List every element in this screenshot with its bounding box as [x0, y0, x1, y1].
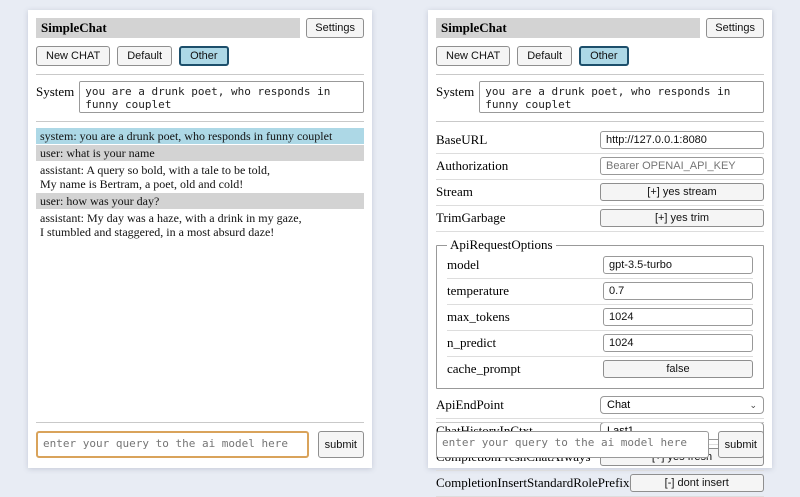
- chat-panel: SimpleChat Settings New CHAT Default Oth…: [28, 10, 372, 468]
- titlebar: SimpleChat Settings: [436, 18, 764, 38]
- divider: [436, 74, 764, 75]
- query-input[interactable]: [436, 431, 709, 458]
- chevron-down-icon: ⌄: [749, 401, 757, 410]
- model-label: model: [447, 257, 480, 273]
- n-predict-label: n_predict: [447, 335, 496, 351]
- setting-row-model: model: [447, 253, 753, 279]
- setting-row-api-endpoint: ApiEndPoint Chat ⌄: [436, 393, 764, 419]
- divider: [36, 74, 364, 75]
- setting-row-stream: Stream [+] yes stream: [436, 180, 764, 206]
- system-prompt-row: System you are a drunk poet, who respond…: [436, 81, 764, 113]
- session-other-button[interactable]: Other: [579, 46, 629, 66]
- authorization-label: Authorization: [436, 158, 508, 174]
- session-row: New CHAT Default Other: [436, 46, 764, 66]
- submit-button[interactable]: submit: [318, 431, 364, 458]
- app-title: SimpleChat: [436, 18, 700, 38]
- max-tokens-label: max_tokens: [447, 309, 510, 325]
- session-default-button[interactable]: Default: [117, 46, 172, 66]
- api-endpoint-select[interactable]: Chat ⌄: [600, 396, 764, 414]
- divider: [36, 422, 364, 423]
- chat-message: system: you are a drunk poet, who respon…: [36, 128, 364, 144]
- app-title: SimpleChat: [36, 18, 300, 38]
- system-label: System: [36, 81, 74, 113]
- divider: [36, 121, 364, 122]
- setting-row-cache-prompt: cache_prompt false: [447, 357, 753, 382]
- cache-prompt-toggle-button[interactable]: false: [603, 360, 753, 378]
- query-input[interactable]: [36, 431, 309, 458]
- chat-message: assistant: A query so bold, with a tale …: [36, 162, 364, 192]
- temperature-input[interactable]: [603, 282, 753, 300]
- settings-panel: SimpleChat Settings New CHAT Default Oth…: [428, 10, 772, 468]
- setting-row-completion-insert-prefix: CompletionInsertStandardRolePrefix [-] d…: [436, 471, 764, 497]
- chat-message: user: what is your name: [36, 145, 364, 161]
- stream-label: Stream: [436, 184, 473, 200]
- setting-row-trimgarbage: TrimGarbage [+] yes trim: [436, 206, 764, 232]
- baseurl-label: BaseURL: [436, 132, 487, 148]
- max-tokens-input[interactable]: [603, 308, 753, 326]
- api-endpoint-selected-value: Chat: [607, 399, 630, 411]
- session-other-button[interactable]: Other: [179, 46, 229, 66]
- chat-message: user: how was your day?: [36, 193, 364, 209]
- setting-row-n-predict: n_predict: [447, 331, 753, 357]
- titlebar: SimpleChat Settings: [36, 18, 364, 38]
- session-default-button[interactable]: Default: [517, 46, 572, 66]
- settings-button[interactable]: Settings: [306, 18, 364, 38]
- temperature-label: temperature: [447, 283, 509, 299]
- authorization-input[interactable]: [600, 157, 764, 175]
- settings-button[interactable]: Settings: [706, 18, 764, 38]
- chat-message: assistant: My day was a haze, with a dri…: [36, 210, 364, 240]
- session-row: New CHAT Default Other: [36, 46, 364, 66]
- completion-insert-prefix-label: CompletionInsertStandardRolePrefix: [436, 475, 630, 491]
- trimgarbage-label: TrimGarbage: [436, 210, 506, 226]
- new-chat-button[interactable]: New CHAT: [36, 46, 110, 66]
- stream-toggle-button[interactable]: [+] yes stream: [600, 183, 764, 201]
- trimgarbage-toggle-button[interactable]: [+] yes trim: [600, 209, 764, 227]
- setting-row-authorization: Authorization: [436, 154, 764, 180]
- divider: [436, 422, 764, 423]
- query-area: submit: [36, 422, 364, 458]
- model-input[interactable]: [603, 256, 753, 274]
- cache-prompt-label: cache_prompt: [447, 361, 521, 377]
- setting-row-max-tokens: max_tokens: [447, 305, 753, 331]
- submit-button[interactable]: submit: [718, 431, 764, 458]
- new-chat-button[interactable]: New CHAT: [436, 46, 510, 66]
- setting-row-baseurl: BaseURL: [436, 128, 764, 154]
- system-prompt-row: System you are a drunk poet, who respond…: [36, 81, 364, 113]
- setting-row-temperature: temperature: [447, 279, 753, 305]
- chat-message-list: system: you are a drunk poet, who respon…: [36, 128, 364, 240]
- api-request-options-legend: ApiRequestOptions: [447, 237, 556, 253]
- system-prompt-input[interactable]: you are a drunk poet, who responds in fu…: [79, 81, 364, 113]
- baseurl-input[interactable]: [600, 131, 764, 149]
- query-area: submit: [436, 422, 764, 458]
- n-predict-input[interactable]: [603, 334, 753, 352]
- api-endpoint-label: ApiEndPoint: [436, 397, 504, 413]
- completion-insert-role-prefix-toggle-button[interactable]: [-] dont insert: [630, 474, 764, 492]
- system-prompt-input[interactable]: you are a drunk poet, who responds in fu…: [479, 81, 764, 113]
- system-label: System: [436, 81, 474, 113]
- divider: [436, 121, 764, 122]
- api-request-options-fieldset: ApiRequestOptions model temperature max_…: [436, 237, 764, 389]
